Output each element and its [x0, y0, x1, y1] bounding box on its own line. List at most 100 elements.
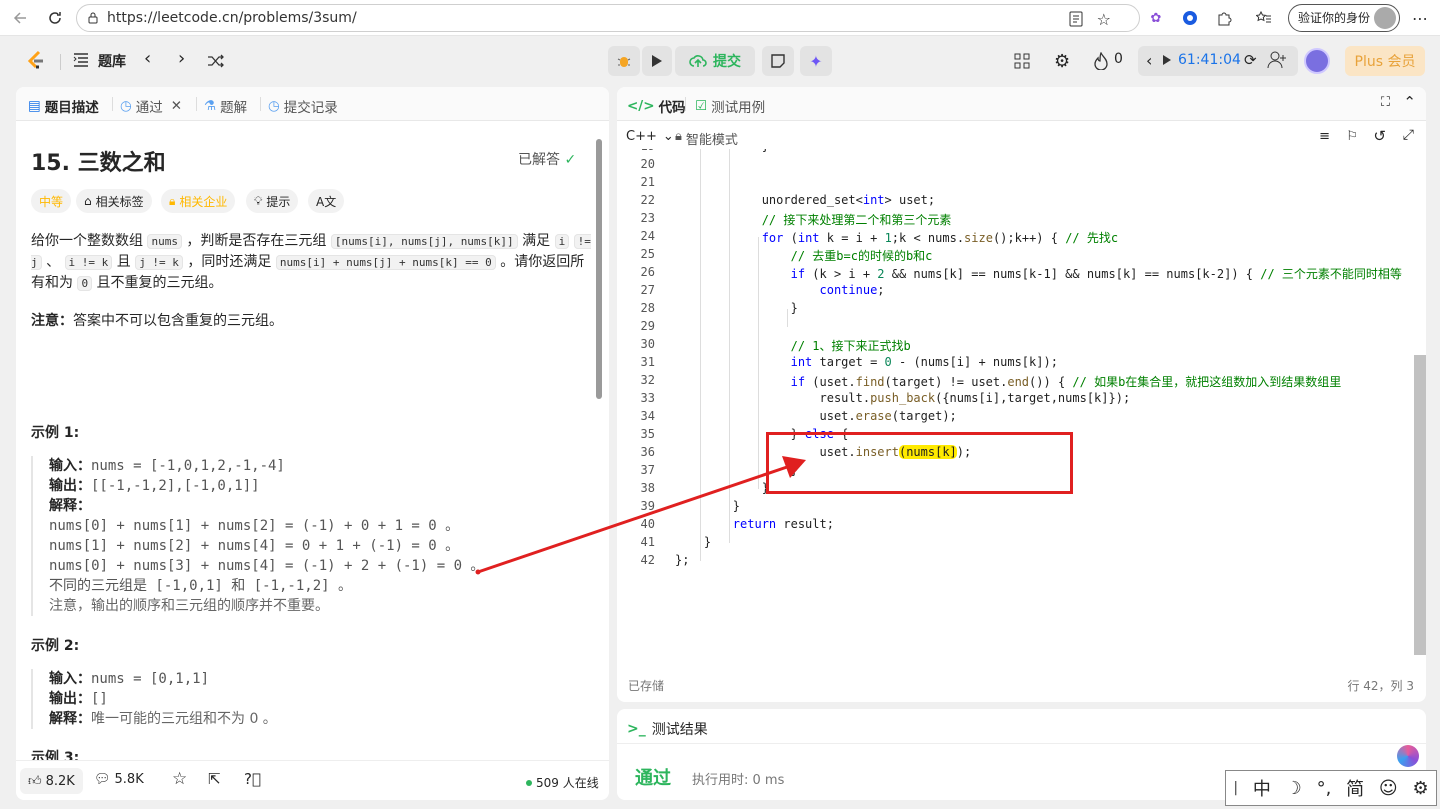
code-line: }; — [675, 553, 690, 567]
translate-icon[interactable]: A文 — [308, 189, 345, 213]
smart-mode-toggle[interactable]: 🔒︎ 智能模式 — [675, 129, 738, 148]
comment-icon: 💬︎ — [94, 772, 111, 787]
note-label: 注意： — [31, 313, 73, 329]
user-avatar[interactable] — [1304, 48, 1330, 74]
close-tab-icon[interactable]: ✕ — [171, 98, 182, 114]
extensions-puzzle-icon[interactable] — [1214, 8, 1234, 28]
bookmark-icon[interactable]: ⚐ — [1346, 129, 1358, 144]
saved-status: 已存储 — [628, 679, 665, 693]
ime-punctuation-icon[interactable]: °, — [1317, 778, 1332, 799]
format-icon[interactable]: ≡ — [1319, 129, 1330, 144]
favorite-star-icon[interactable]: ☆ — [172, 769, 187, 789]
code-editor[interactable]: 19 } 20 21 22 unordered_set<int> uset; 23 //… — [617, 149, 1414, 669]
reader-icon[interactable] — [1069, 11, 1083, 27]
result-status: 通过 — [635, 768, 671, 789]
ime-simplified-mode[interactable]: 简 — [1346, 775, 1364, 801]
leetcode-logo[interactable] — [26, 50, 46, 72]
shuffle-icon[interactable] — [207, 53, 225, 69]
list-icon[interactable] — [73, 53, 89, 67]
hint-button[interactable]: 💡︎ 提示 — [246, 189, 299, 213]
clock-icon: ◷ — [120, 98, 132, 114]
thumb-up-icon: 👍︎ — [28, 773, 42, 789]
profile-avatar — [1374, 7, 1396, 29]
tab-solutions-label: 题解 — [220, 100, 248, 116]
share-icon[interactable]: ⇱ — [208, 770, 221, 788]
run-icon[interactable] — [642, 46, 672, 76]
output-value: [] — [91, 691, 108, 707]
checkbox-icon: ☑ — [695, 98, 708, 114]
line-number: 19 — [617, 149, 655, 153]
tab-accepted[interactable]: ◷ 通过 ✕ — [120, 96, 182, 116]
tab-code[interactable]: </> 代码 — [627, 96, 686, 116]
maximize-icon[interactable]: ⛶ — [1381, 95, 1390, 110]
note-paragraph: 注意：答案中不可以包含重复的三元组。 — [31, 311, 591, 331]
address-bar[interactable]: https://leetcode.cn/problems/3sum/ ☆ — [76, 4, 1140, 32]
add-friend-icon[interactable] — [1267, 51, 1287, 69]
inline-code: i != k — [64, 255, 113, 270]
streak-flame-icon[interactable] — [1094, 52, 1108, 70]
submit-button[interactable]: 提交 — [675, 46, 755, 76]
tab-solutions[interactable]: ⚗ 题解 — [204, 96, 247, 116]
terminal-icon: >_ — [627, 721, 646, 737]
cursor-position: 行 42，列 3 — [1347, 679, 1414, 693]
more-menu-icon[interactable]: ⋯ — [1410, 8, 1430, 28]
code-line: // 去重b=c的时候的b和c — [790, 249, 933, 263]
star-icon[interactable]: ☆ — [1097, 10, 1111, 29]
timer-play-icon[interactable] — [1162, 54, 1172, 66]
refresh-icon[interactable] — [45, 8, 65, 28]
back-icon[interactable] — [10, 8, 30, 28]
related-companies-button[interactable]: 🔒︎ 相关企业 — [161, 189, 236, 213]
difficulty-badge[interactable]: 中等 — [31, 189, 72, 213]
debug-icon[interactable] — [608, 46, 640, 76]
explain-line: 注意，输出的顺序和三元组的顺序并不重要。 — [49, 598, 329, 614]
like-count: 8.2K — [45, 773, 75, 789]
ai-assistant-icon[interactable] — [1397, 745, 1419, 767]
note-icon[interactable] — [762, 46, 794, 76]
line-number: 31 — [640, 355, 655, 369]
related-tags-button[interactable]: ⌂ 相关标签 — [76, 189, 152, 213]
problem-bank-link[interactable]: 题库 — [98, 51, 126, 71]
tab-separator — [112, 97, 113, 111]
ime-emoji-icon[interactable]: ☺ — [1379, 778, 1398, 799]
like-button[interactable]: 👍︎ 8.2K — [20, 768, 83, 794]
timer-reset-icon[interactable]: ⟳ — [1244, 51, 1257, 69]
ime-chinese-mode[interactable]: 中 — [1253, 775, 1271, 801]
tab-description[interactable]: ▤ 题目描述 — [28, 96, 99, 116]
expand-icon[interactable]: ⤢ — [1403, 127, 1414, 143]
line-number: 40 — [640, 517, 655, 531]
favorites-icon[interactable] — [1254, 8, 1274, 28]
reset-code-icon[interactable]: ↺ — [1373, 127, 1386, 145]
settings-gear-icon[interactable]: ⚙ — [1054, 51, 1070, 72]
test-result-tab[interactable]: >_ 测试结果 — [627, 719, 708, 739]
ai-sparkle-icon[interactable]: ✦ — [800, 46, 832, 76]
explain-line: nums[1] + nums[2] + nums[4] = 0 + 1 + (-… — [49, 538, 460, 554]
editor-scrollbar[interactable] — [1414, 355, 1426, 655]
tab-testcases[interactable]: ☑ 测试用例 — [695, 96, 765, 116]
url-text: https://leetcode.cn/problems/3sum/ — [107, 10, 357, 26]
comment-count: 5.8K — [114, 772, 144, 787]
description-scrollbar[interactable] — [596, 139, 602, 399]
example-3-title: 示例 3: — [31, 750, 80, 760]
extension-brain-icon[interactable]: ✿ — [1146, 8, 1166, 28]
plus-member-button[interactable]: Plus 会员 — [1345, 46, 1425, 76]
tab-submissions[interactable]: ◷ 提交记录 — [268, 96, 338, 116]
next-problem-icon[interactable]: › — [178, 48, 185, 69]
verify-identity-button[interactable]: 验证你的身份 — [1288, 4, 1400, 32]
prev-problem-icon[interactable]: ‹ — [144, 48, 151, 69]
comments-button[interactable]: 💬︎ 5.8K — [94, 772, 144, 787]
timer-collapse-icon[interactable]: ‹ — [1146, 51, 1152, 70]
language-select[interactable]: C++ ⌄ — [626, 129, 674, 144]
ime-grip-icon[interactable]: | — [1233, 780, 1238, 796]
extension-blue-icon[interactable] — [1180, 8, 1200, 28]
ime-settings-icon[interactable]: ⚙ — [1412, 778, 1428, 799]
example-2-title: 示例 2: — [31, 638, 80, 654]
output-value: [[-1,-1,2],[-1,0,1]] — [91, 478, 260, 494]
layout-grid-icon[interactable] — [1014, 53, 1030, 69]
collapse-up-icon[interactable]: ⌃ — [1403, 93, 1416, 111]
desc-text: 且 — [116, 254, 131, 270]
history-icon: ◷ — [268, 98, 280, 114]
ime-moon-icon[interactable]: ☽ — [1286, 778, 1302, 799]
help-icon[interactable]: ?⃝ — [244, 770, 261, 788]
inline-code: [nums[i], nums[j], nums[k]] — [330, 234, 518, 249]
line-number: 32 — [640, 373, 655, 387]
